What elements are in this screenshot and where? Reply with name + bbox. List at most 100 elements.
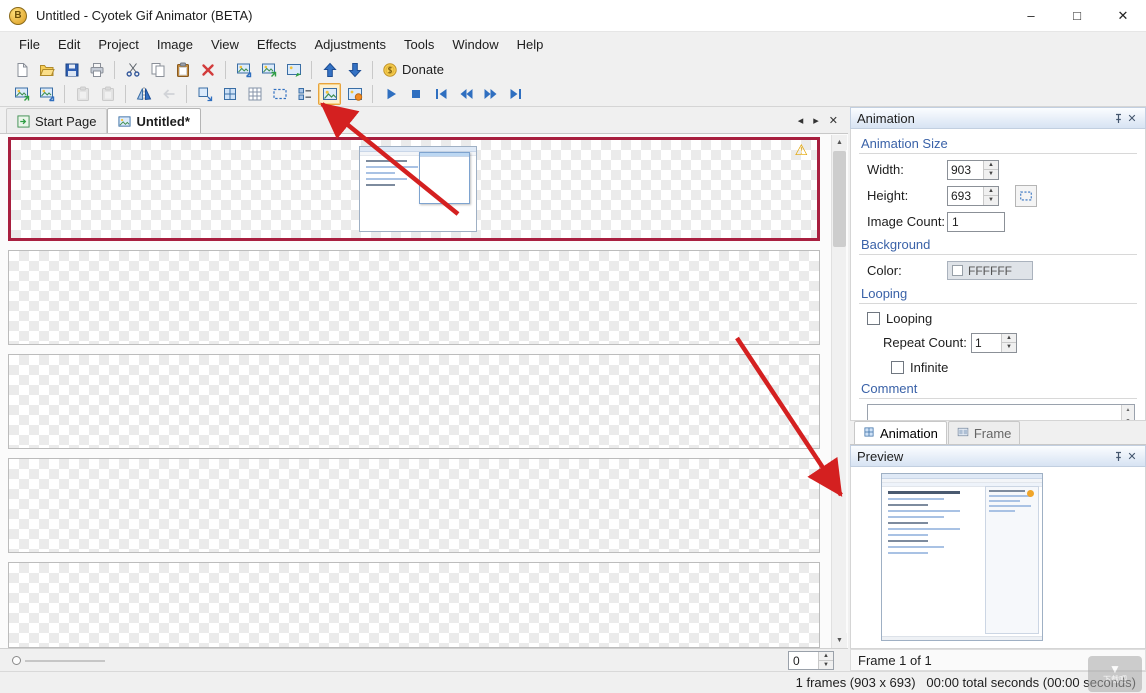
menu-adjustments[interactable]: Adjustments: [305, 32, 395, 57]
scrollbar-down-icon[interactable]: ▼: [832, 633, 847, 648]
donate-button[interactable]: Donate: [379, 59, 450, 81]
open-file-button[interactable]: [35, 59, 58, 81]
scroll-tabs-left-icon[interactable]: ◂: [798, 114, 804, 127]
tab-start-page[interactable]: Start Page: [6, 108, 108, 133]
shift-frames-button[interactable]: [157, 83, 180, 105]
toolbar-separator: [125, 85, 126, 103]
image-count-field[interactable]: 1: [947, 211, 1005, 232]
first-frame-button[interactable]: [429, 83, 452, 105]
spinner-up-icon[interactable]: ▲: [819, 652, 833, 661]
print-button[interactable]: [85, 59, 108, 81]
width-spinner-buttons[interactable]: ▲ ▼: [983, 160, 998, 179]
zoom-slider-track[interactable]: [25, 660, 105, 662]
scroll-tabs-right-icon[interactable]: ▸: [813, 114, 819, 127]
repeat-count-spinner[interactable]: 1 ▲ ▼: [971, 332, 1017, 353]
frame-row-1-selected[interactable]: ⚠: [8, 137, 820, 241]
toolbar-frames: [0, 82, 1146, 107]
pin-icon[interactable]: [1111, 113, 1125, 124]
scrollbar-thumb[interactable]: [833, 151, 846, 247]
infinite-checkbox[interactable]: [891, 360, 904, 374]
save-frame-image-button[interactable]: [35, 83, 58, 105]
menu-tools[interactable]: Tools: [395, 32, 443, 57]
play-icon: [383, 86, 399, 102]
copy-frame-image-button[interactable]: [10, 83, 33, 105]
menu-effects[interactable]: Effects: [248, 32, 306, 57]
menu-file[interactable]: File: [10, 32, 49, 57]
menu-view[interactable]: View: [202, 32, 248, 57]
zoom-slider-handle[interactable]: [12, 656, 21, 665]
play-button[interactable]: [379, 83, 402, 105]
animated-preview-button[interactable]: [343, 83, 366, 105]
paste-as-new-frame-button[interactable]: [71, 83, 94, 105]
pin-icon[interactable]: [1111, 451, 1125, 462]
width-spinner[interactable]: 903 ▲ ▼: [947, 159, 999, 180]
tab-animation[interactable]: Animation: [854, 421, 947, 444]
frame-list-button[interactable]: [293, 83, 316, 105]
resize-animation-button[interactable]: [193, 83, 216, 105]
first-frame-icon: [433, 86, 449, 102]
toolbar-separator: [372, 85, 373, 103]
close-panel-icon[interactable]: ✕: [1125, 112, 1139, 125]
new-file-button[interactable]: [10, 59, 33, 81]
close-panel-icon[interactable]: ✕: [1125, 450, 1139, 463]
repeat-count-value: 1: [975, 335, 982, 350]
previous-frame-button[interactable]: [454, 83, 477, 105]
delete-button[interactable]: [196, 59, 219, 81]
height-spinner-buttons[interactable]: ▲ ▼: [983, 186, 998, 205]
frame-row-3[interactable]: [8, 354, 820, 449]
minimize-button[interactable]: –: [1008, 0, 1054, 31]
frame-row-4[interactable]: [8, 458, 820, 553]
move-frame-up-button[interactable]: [318, 59, 341, 81]
export-animation-button[interactable]: [282, 59, 305, 81]
frame-row-2[interactable]: [8, 250, 820, 345]
save-button[interactable]: [60, 59, 83, 81]
last-frame-button[interactable]: [504, 83, 527, 105]
cut-button[interactable]: [121, 59, 144, 81]
spinner-down-icon[interactable]: ▼: [819, 661, 833, 669]
looping-checkbox[interactable]: [867, 311, 880, 325]
image-export-icon: [261, 62, 277, 78]
copy-button[interactable]: [146, 59, 169, 81]
close-button[interactable]: ✕: [1100, 0, 1146, 31]
menu-help[interactable]: Help: [508, 32, 553, 57]
next-frame-button[interactable]: [479, 83, 502, 105]
menu-edit[interactable]: Edit: [49, 32, 89, 57]
frame-index-spinner-buttons[interactable]: ▲ ▼: [818, 652, 833, 669]
tab-label: Start Page: [35, 113, 97, 129]
maintain-aspect-ratio-button[interactable]: [1015, 184, 1037, 207]
menu-window[interactable]: Window: [443, 32, 507, 57]
toggle-grid-button[interactable]: [243, 83, 266, 105]
frame-row-5[interactable]: [8, 562, 820, 648]
move-frame-down-button[interactable]: [343, 59, 366, 81]
extract-frames-button[interactable]: [257, 59, 280, 81]
selection-button[interactable]: [268, 83, 291, 105]
tab-untitled[interactable]: Untitled*: [107, 108, 201, 133]
frames-scrollbar[interactable]: ▲ ▼: [831, 135, 847, 648]
comment-field[interactable]: ▲ ▼: [867, 404, 1135, 420]
back-arrow-icon: [161, 86, 177, 102]
tab-frame[interactable]: Frame: [947, 421, 1021, 444]
stop-button[interactable]: [404, 83, 427, 105]
height-value: 693: [951, 188, 972, 203]
flip-horizontal-icon: [136, 86, 152, 102]
menu-image[interactable]: Image: [148, 32, 202, 57]
close-tab-icon[interactable]: ✕: [829, 114, 838, 127]
menu-project[interactable]: Project: [89, 32, 147, 57]
scrollbar-up-icon[interactable]: ▲: [832, 135, 847, 150]
comment-scroll-up-icon[interactable]: ▲: [1122, 405, 1134, 416]
frame-properties-button[interactable]: [318, 83, 341, 105]
comment-scrollbar[interactable]: ▲ ▼: [1121, 405, 1134, 420]
image-count-label: Image Count:: [867, 214, 946, 229]
background-color-picker[interactable]: FFFFFF: [947, 261, 1033, 280]
canvas-size-button[interactable]: [218, 83, 241, 105]
flip-horizontal-button[interactable]: [132, 83, 155, 105]
repeat-count-spinner-buttons[interactable]: ▲ ▼: [1001, 333, 1016, 352]
height-spinner[interactable]: 693 ▲ ▼: [947, 185, 999, 206]
add-frames-button[interactable]: [232, 59, 255, 81]
delete-icon: [200, 62, 216, 78]
animation-panel-body: Animation Size Width: 903 ▲ ▼ Height: 693…: [850, 129, 1146, 421]
paste-button[interactable]: [171, 59, 194, 81]
frame-index-spinner[interactable]: 0 ▲ ▼: [788, 651, 834, 670]
maximize-button[interactable]: □: [1054, 0, 1100, 31]
paste-replace-frame-button[interactable]: [96, 83, 119, 105]
